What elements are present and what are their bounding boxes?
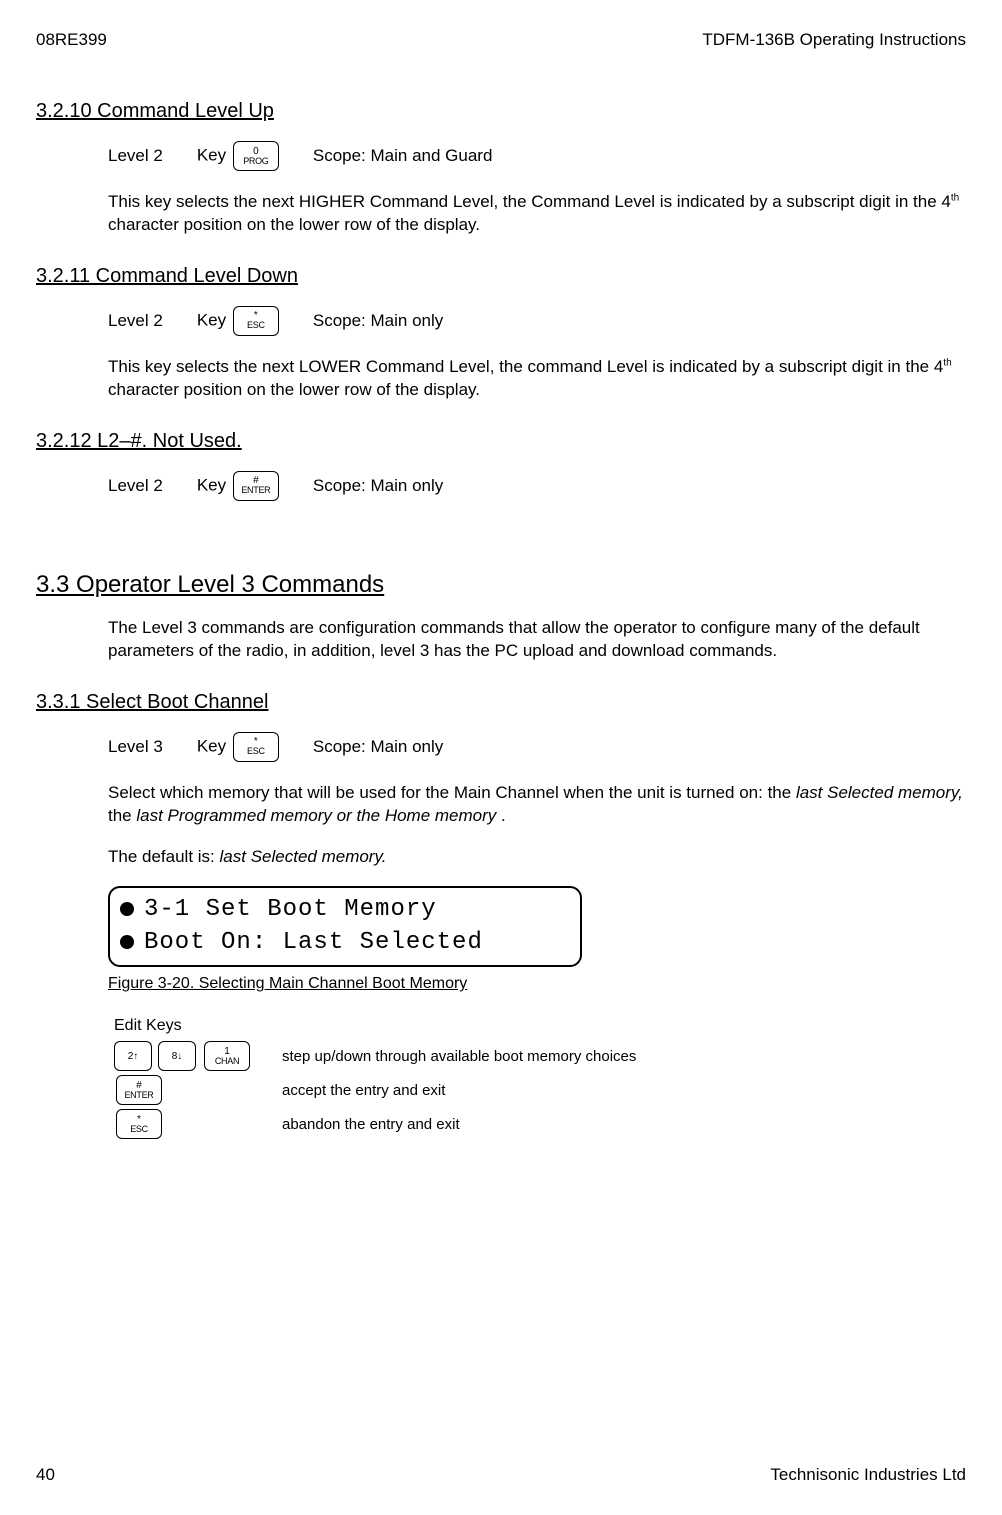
keycap: 1CHAN — [204, 1041, 250, 1071]
heading-3-2-12: 3.2.12 L2–#. Not Used. — [36, 430, 966, 453]
level-key-scope-row: Level 3 Key * ESC Scope: Main only — [108, 732, 966, 762]
paragraph: The default is: last Selected memory. — [108, 846, 966, 869]
heading-3-3: 3.3 Operator Level 3 Commands — [36, 571, 966, 599]
key-wrap: Key * ESC — [197, 732, 279, 762]
edit-key-desc: step up/down through available boot memo… — [282, 1048, 636, 1065]
keycap-bot: ESC — [247, 321, 265, 330]
text: This key selects the next LOWER Command … — [108, 357, 943, 376]
edit-keys-title: Edit Keys — [114, 1017, 966, 1035]
arrow-key-icon: 2↑ — [114, 1041, 152, 1071]
section-3-2-11-body: Level 2 Key * ESC Scope: Main only This … — [108, 306, 966, 402]
page-header: 08RE399 TDFM-136B Operating Instructions — [36, 30, 966, 50]
lcd-line-2: Boot On: Last Selected — [120, 927, 570, 959]
text: character position on the lower row of t… — [108, 215, 480, 234]
italic-text: last Selected memory. — [220, 847, 387, 866]
level-key-scope-row: Level 2 Key # ENTER Scope: Main only — [108, 471, 966, 501]
keycap-bot: ENTER — [241, 486, 270, 495]
level-key-scope-row: Level 2 Key * ESC Scope: Main only — [108, 306, 966, 336]
italic-text: last Selected memory, — [796, 783, 963, 802]
page-footer: 40 Technisonic Industries Ltd — [36, 1465, 966, 1485]
level-label: Level 2 — [108, 311, 163, 331]
key-wrap: Key 0 PROG — [197, 141, 279, 171]
level-label: Level 3 — [108, 737, 163, 757]
footer-left: 40 — [36, 1465, 55, 1485]
keycap-bot: ENTER — [124, 1091, 153, 1100]
level-label: Level 2 — [108, 476, 163, 496]
superscript: th — [951, 192, 959, 203]
edit-key-caps: #ENTER — [114, 1075, 264, 1105]
keycap-star-esc: * ESC — [233, 306, 279, 336]
text: The default is: — [108, 847, 220, 866]
edit-key-desc: abandon the entry and exit — [282, 1116, 460, 1133]
section-3-3-1-body: Level 3 Key * ESC Scope: Main only Selec… — [108, 732, 966, 1140]
lcd-dot-icon — [120, 935, 134, 949]
lcd-line-1: 3-1 Set Boot Memory — [120, 894, 570, 926]
edit-keys-table: 2↑8↓ 1CHAN step up/down through available … — [108, 1041, 966, 1139]
edit-key-desc: accept the entry and exit — [282, 1082, 445, 1099]
lcd-dot-icon — [120, 902, 134, 916]
key-label: Key — [197, 475, 226, 494]
key-label: Key — [197, 310, 226, 329]
heading-3-2-10: 3.2.10 Command Level Up — [36, 100, 966, 123]
key-wrap: Key * ESC — [197, 306, 279, 336]
paragraph: This key selects the next LOWER Command … — [108, 356, 966, 402]
edit-key-row: #ENTER accept the entry and exit — [114, 1075, 966, 1105]
superscript: th — [943, 357, 951, 368]
keycap: #ENTER — [116, 1075, 162, 1105]
section-3-2-12-body: Level 2 Key # ENTER Scope: Main only — [108, 471, 966, 501]
keycap-top: 0 — [253, 147, 259, 157]
scope-label: Scope: Main only — [313, 311, 443, 331]
arrow-key-icon: 8↓ — [158, 1041, 196, 1071]
keycap-bot: ESC — [130, 1125, 148, 1134]
keycap-hash-enter: # ENTER — [233, 471, 279, 501]
scope-label: Scope: Main only — [313, 476, 443, 496]
heading-3-2-11: 3.2.11 Command Level Down — [36, 265, 966, 288]
lcd-text: 3-1 Set Boot Memory — [144, 896, 437, 923]
text: . — [496, 806, 505, 825]
keycap-bot: ESC — [247, 747, 265, 756]
edit-key-caps: *ESC — [114, 1109, 264, 1139]
paragraph: This key selects the next HIGHER Command… — [108, 191, 966, 237]
keycap: *ESC — [116, 1109, 162, 1139]
lcd-text: Boot On: Last Selected — [144, 929, 483, 956]
edit-key-row: *ESC abandon the entry and exit — [114, 1109, 966, 1139]
keycap-star-esc: * ESC — [233, 732, 279, 762]
keycap-bot: CHAN — [215, 1057, 239, 1066]
figure-caption: Figure 3-20. Selecting Main Channel Boot… — [108, 975, 966, 993]
key-wrap: Key # ENTER — [197, 471, 279, 501]
level-key-scope-row: Level 2 Key 0 PROG Scope: Main and Guard — [108, 141, 966, 171]
edit-key-row: 2↑8↓ 1CHAN step up/down through available … — [114, 1041, 966, 1071]
lcd-display: 3-1 Set Boot Memory Boot On: Last Select… — [108, 886, 582, 967]
level-label: Level 2 — [108, 146, 163, 166]
scope-label: Scope: Main only — [313, 737, 443, 757]
section-3-2-10-body: Level 2 Key 0 PROG Scope: Main and Guard… — [108, 141, 966, 237]
text: the — [108, 806, 136, 825]
edit-key-caps: 2↑8↓ 1CHAN — [114, 1041, 264, 1071]
text: Select which memory that will be used fo… — [108, 783, 796, 802]
keycap-0-prog: 0 PROG — [233, 141, 279, 171]
footer-right: Technisonic Industries Ltd — [770, 1465, 966, 1485]
text: This key selects the next HIGHER Command… — [108, 192, 951, 211]
key-label: Key — [197, 736, 226, 755]
header-left: 08RE399 — [36, 30, 107, 50]
scope-label: Scope: Main and Guard — [313, 146, 493, 166]
section-3-3-body: The Level 3 commands are configuration c… — [108, 617, 966, 663]
keycap-bot: PROG — [243, 157, 268, 166]
paragraph: Select which memory that will be used fo… — [108, 782, 966, 828]
key-label: Key — [197, 145, 226, 164]
paragraph: The Level 3 commands are configuration c… — [108, 617, 966, 663]
italic-text: last Programmed memory or the Home memor… — [136, 806, 496, 825]
page: 08RE399 TDFM-136B Operating Instructions… — [0, 0, 1002, 1515]
header-right: TDFM-136B Operating Instructions — [702, 30, 966, 50]
heading-3-3-1: 3.3.1 Select Boot Channel — [36, 691, 966, 714]
text: character position on the lower row of t… — [108, 380, 480, 399]
